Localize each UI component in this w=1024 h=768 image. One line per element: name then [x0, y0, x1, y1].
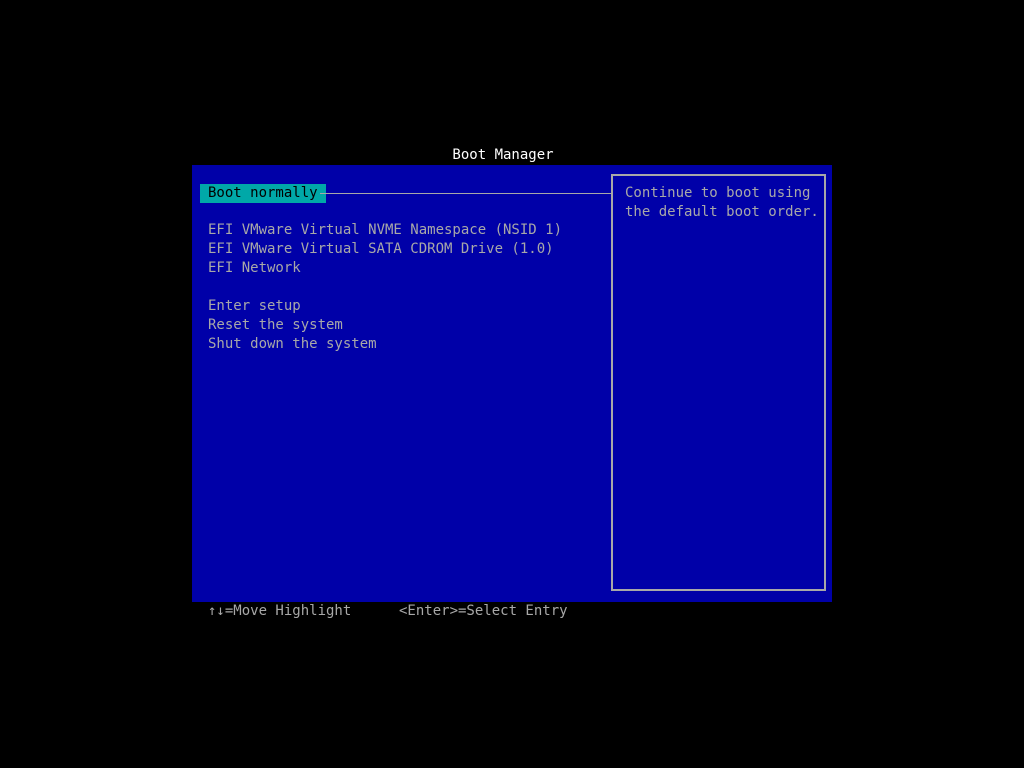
- boot-menu-panel: Boot normally EFI VMware Virtual NVME Na…: [192, 165, 832, 602]
- menu-item-enter-setup[interactable]: Enter setup: [208, 297, 301, 316]
- footer-select-hint: <Enter>=Select Entry: [399, 603, 568, 619]
- page-title: Boot Manager: [452, 147, 554, 163]
- menu-item-network[interactable]: EFI Network: [208, 259, 301, 278]
- footer-move-hint: ↑↓=Move Highlight: [208, 603, 352, 619]
- help-text: Continue to boot using the default boot …: [625, 184, 819, 222]
- menu-item-cdrom[interactable]: EFI VMware Virtual SATA CDROM Drive (1.0…: [208, 240, 554, 259]
- menu-item-reset[interactable]: Reset the system: [208, 316, 343, 335]
- help-box: Continue to boot using the default boot …: [611, 174, 826, 591]
- menu-item-shutdown[interactable]: Shut down the system: [208, 335, 377, 354]
- help-line-2: the default boot order.: [625, 204, 819, 220]
- help-line-1: Continue to boot using: [625, 185, 811, 201]
- menu-item-nvme[interactable]: EFI VMware Virtual NVME Namespace (NSID …: [208, 221, 562, 240]
- divider-line: [320, 193, 612, 194]
- menu-item-boot-normally[interactable]: Boot normally: [200, 184, 326, 203]
